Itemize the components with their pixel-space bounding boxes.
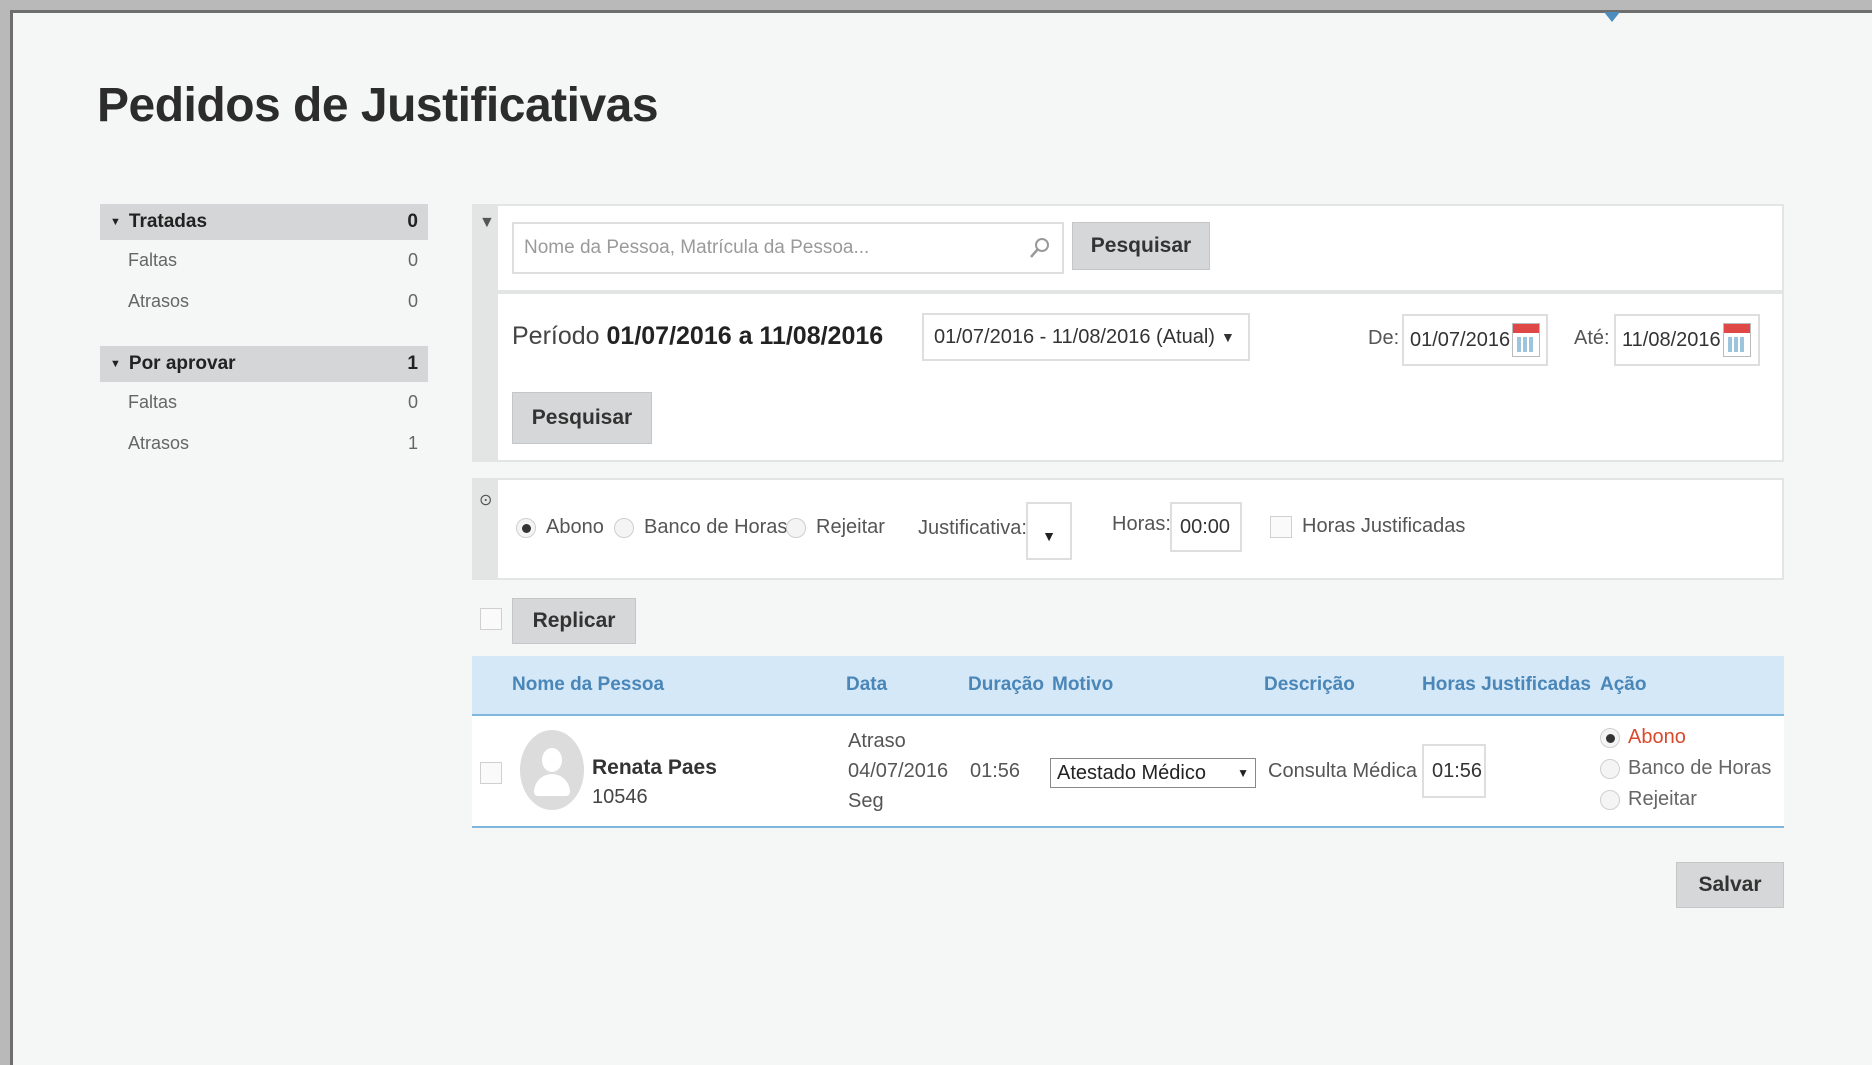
item-count: 1: [407, 433, 418, 453]
group-count: 1: [407, 353, 418, 374]
horas-justificadas-input[interactable]: 01:56: [1422, 744, 1486, 798]
person-matricula: 10546: [592, 786, 648, 808]
caret-down-icon: ▼: [1220, 329, 1235, 345]
radio-acao-abono[interactable]: [1600, 727, 1620, 748]
row-dia: Seg: [848, 790, 884, 812]
row-descricao: Consulta Médica: [1268, 760, 1417, 782]
caret-down-icon: [1604, 12, 1620, 22]
column-header[interactable]: Horas Justificadas: [1422, 674, 1591, 696]
caret-down-icon: ▼: [1042, 528, 1056, 544]
row-duracao: 01:56: [970, 760, 1021, 782]
search-field[interactable]: [524, 237, 1028, 259]
filter-icon[interactable]: ▼: [479, 214, 495, 232]
sidebar-item-atrasos[interactable]: Atrasos 0: [100, 281, 428, 322]
motivo-select[interactable]: Atestado Médico ▼: [1050, 758, 1256, 788]
column-header[interactable]: Duração: [968, 674, 1044, 696]
triangle-down-icon: ▼: [110, 358, 121, 370]
pesquisar-button[interactable]: Pesquisar: [512, 392, 652, 444]
sidebar-item-atrasos[interactable]: Atrasos 1: [100, 423, 428, 464]
column-header[interactable]: Nome da Pessoa: [512, 674, 664, 696]
date-from-field[interactable]: 01/07/2016: [1402, 314, 1548, 366]
item-count: 0: [407, 392, 418, 412]
acao-abono[interactable]: Abono: [1600, 726, 1686, 749]
de-label: De:: [1368, 327, 1400, 349]
date-to-field[interactable]: 11/08/2016: [1614, 314, 1760, 366]
acao-rejeitar[interactable]: Rejeitar: [1600, 788, 1697, 811]
radio-acao-banco-de-horas[interactable]: [1600, 758, 1620, 779]
option-abono[interactable]: Abono: [516, 516, 604, 539]
play-circle-icon[interactable]: ⊙: [479, 490, 492, 510]
row-tipo: Atraso: [848, 730, 906, 752]
periodo-summary: Período 01/07/2016 a 11/08/2016: [512, 322, 884, 350]
period-select[interactable]: 01/07/2016 - 11/08/2016 (Atual) ▼: [922, 313, 1250, 361]
status-sidebar: ▼ Tratadas 0 Faltas 0 Atrasos 0 ▼ Por ap…: [100, 204, 428, 464]
horas-justificadas-toggle[interactable]: Horas Justificadas: [1270, 515, 1465, 538]
sidebar-item-faltas[interactable]: Faltas 0: [100, 382, 428, 423]
triangle-down-icon: ▼: [110, 216, 121, 228]
column-header[interactable]: Descrição: [1264, 674, 1355, 696]
row-data: 04/07/2016: [848, 760, 949, 782]
person-name[interactable]: Renata Paes: [592, 756, 717, 780]
item-count: 0: [407, 291, 418, 311]
caret-down-icon: ▼: [1237, 766, 1249, 780]
column-header[interactable]: Ação: [1600, 674, 1646, 696]
avatar: [520, 730, 584, 810]
justificativa-select[interactable]: ▼: [1026, 502, 1072, 560]
page-title: Pedidos de Justificativas: [97, 79, 659, 132]
divider: [498, 290, 1782, 294]
search-icon[interactable]: [1028, 236, 1052, 260]
select-all-checkbox[interactable]: [480, 608, 502, 630]
horas-label: Horas:: [1112, 513, 1171, 535]
column-header[interactable]: Data: [846, 674, 887, 696]
table-row: Renata Paes 10546 Atraso 04/07/2016 Seg …: [472, 716, 1784, 828]
search-button[interactable]: Pesquisar: [1072, 222, 1210, 270]
calendar-icon[interactable]: [1512, 323, 1540, 357]
search-input[interactable]: [512, 222, 1064, 274]
sidebar-group-por-aprovar[interactable]: ▼ Por aprovar 1: [100, 346, 428, 382]
column-header[interactable]: Motivo: [1052, 674, 1113, 696]
table-header: Nome da Pessoa Data Duração Motivo Descr…: [472, 656, 1784, 716]
sidebar-group-tratadas[interactable]: ▼ Tratadas 0: [100, 204, 428, 240]
replicar-button[interactable]: Replicar: [512, 598, 636, 644]
sidebar-item-faltas[interactable]: Faltas 0: [100, 240, 428, 281]
option-rejeitar[interactable]: Rejeitar: [786, 516, 885, 539]
option-banco-de-horas[interactable]: Banco de Horas: [614, 516, 787, 539]
save-button[interactable]: Salvar: [1676, 862, 1784, 908]
horas-justificadas-checkbox[interactable]: [1270, 515, 1292, 538]
radio-banco-de-horas[interactable]: [614, 517, 634, 538]
horas-input[interactable]: 00:00: [1170, 502, 1242, 552]
item-count: 0: [407, 250, 418, 270]
justificativa-label: Justificativa:: [918, 517, 1027, 539]
radio-rejeitar[interactable]: [786, 517, 806, 538]
group-count: 0: [407, 211, 418, 232]
radio-acao-rejeitar[interactable]: [1600, 789, 1620, 810]
row-checkbox[interactable]: [480, 762, 502, 784]
acao-banco-de-horas[interactable]: Banco de Horas: [1600, 757, 1771, 780]
radio-abono[interactable]: [516, 517, 536, 538]
ate-label: Até:: [1574, 327, 1610, 349]
calendar-icon[interactable]: [1722, 323, 1751, 357]
